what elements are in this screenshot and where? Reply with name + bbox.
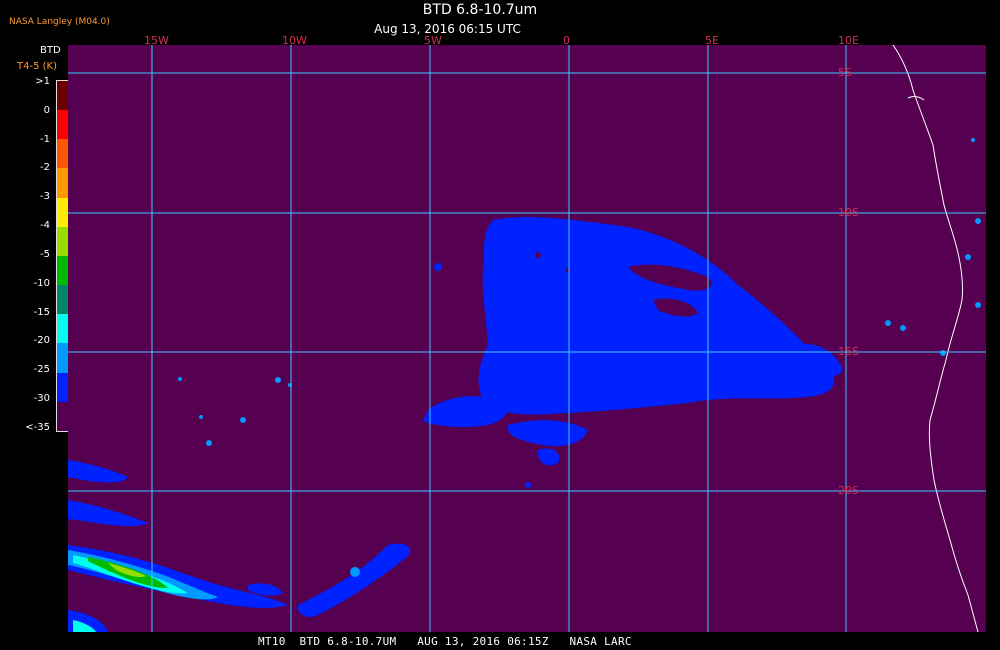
latitude-label: 15S xyxy=(838,345,859,358)
latitude-label: 20S xyxy=(838,484,859,497)
legend-subtitle: T4-5 (K) xyxy=(17,61,57,72)
legend-label: -5 xyxy=(40,249,50,260)
map-canvas xyxy=(68,45,986,632)
legend-label: -1 xyxy=(40,134,50,145)
latitude-label: 10S xyxy=(838,206,859,219)
legend-title: BTD xyxy=(40,45,61,56)
longitude-label: 5W xyxy=(424,34,442,47)
legend-label: -15 xyxy=(33,307,50,318)
cloud-band-southwest xyxy=(68,460,411,632)
legend-label: -25 xyxy=(33,364,50,375)
legend-label: -4 xyxy=(40,220,50,231)
legend-label: -10 xyxy=(33,278,50,289)
map-title: BTD 6.8-10.7um xyxy=(422,2,538,18)
longitude-label: 0 xyxy=(563,34,570,47)
coastline xyxy=(892,45,979,632)
legend-label: 0 xyxy=(43,105,50,116)
legend-label: -3 xyxy=(40,191,50,202)
longitude-label: 10W xyxy=(282,34,307,47)
legend-label: -20 xyxy=(33,335,50,346)
map-subtitle: Aug 13, 2016 06:15 UTC xyxy=(374,22,521,36)
longitude-label: 15W xyxy=(144,34,169,47)
longitude-label: 5E xyxy=(705,34,719,47)
legend-label: -30 xyxy=(33,393,50,404)
legend-label: <-35 xyxy=(25,422,50,433)
bottom-caption: MT10 BTD 6.8-10.7UM AUG 13, 2016 06:15Z … xyxy=(258,635,632,648)
longitude-label: 10E xyxy=(838,34,859,47)
legend-label: >1 xyxy=(35,76,50,87)
satellite-map xyxy=(68,45,986,632)
latitude-label: 5S xyxy=(838,66,852,79)
cloud-feature-central xyxy=(423,217,843,488)
legend-label: -2 xyxy=(40,162,50,173)
